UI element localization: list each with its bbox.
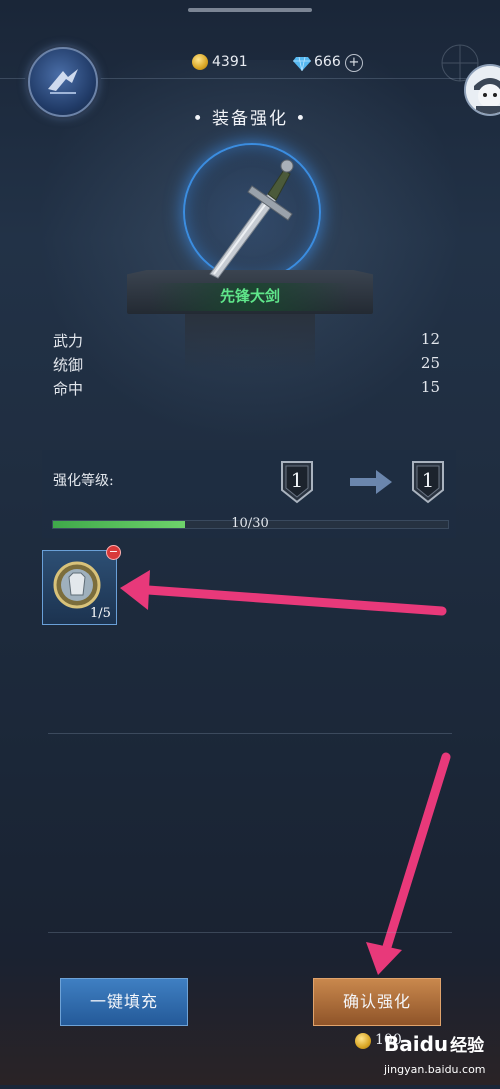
divider bbox=[48, 932, 452, 933]
stat-label-accuracy: 命中 bbox=[53, 380, 84, 398]
stat-label-command: 统御 bbox=[53, 356, 84, 374]
next-level: 1 bbox=[421, 468, 435, 492]
current-level: 1 bbox=[290, 468, 304, 492]
sword-icon bbox=[180, 152, 310, 282]
watermark-url: jingyan.baidu.com bbox=[384, 1063, 486, 1076]
stat-value-force: 12 bbox=[420, 330, 440, 348]
watermark-brand: Baidu 经验 bbox=[384, 1032, 485, 1056]
progress-text: 10/30 bbox=[231, 516, 269, 531]
autofill-button[interactable]: 一键填充 bbox=[60, 978, 188, 1026]
stat-value-command: 25 bbox=[420, 354, 440, 372]
stat-value-accuracy: 15 bbox=[420, 378, 440, 396]
page-title: • 装备强化 • bbox=[192, 109, 308, 129]
item-name: 先锋大剑 bbox=[219, 287, 280, 305]
enhance-level-label: 强化等级: bbox=[53, 473, 114, 489]
diamond-icon bbox=[293, 56, 311, 72]
gold-coin-icon bbox=[192, 54, 208, 70]
remove-icon[interactable]: − bbox=[106, 545, 121, 560]
diamond-amount: 666 bbox=[314, 54, 341, 70]
add-icon[interactable]: + bbox=[345, 54, 363, 72]
confirm-enhance-button[interactable]: 确认强化 bbox=[313, 978, 441, 1026]
stat-label-force: 武力 bbox=[53, 332, 84, 350]
progress-bar-fill bbox=[53, 521, 185, 528]
baidu-watermark: Baidu 经验 jingyan.baidu.com bbox=[384, 1025, 500, 1085]
gold-amount: 4391 bbox=[212, 54, 248, 70]
arrow-right-icon bbox=[350, 470, 392, 494]
drag-handle[interactable] bbox=[188, 8, 312, 12]
gold-coin-icon bbox=[355, 1033, 371, 1049]
divider bbox=[48, 733, 452, 734]
anvil-base bbox=[185, 313, 315, 373]
material-count: 1/5 bbox=[90, 606, 111, 621]
